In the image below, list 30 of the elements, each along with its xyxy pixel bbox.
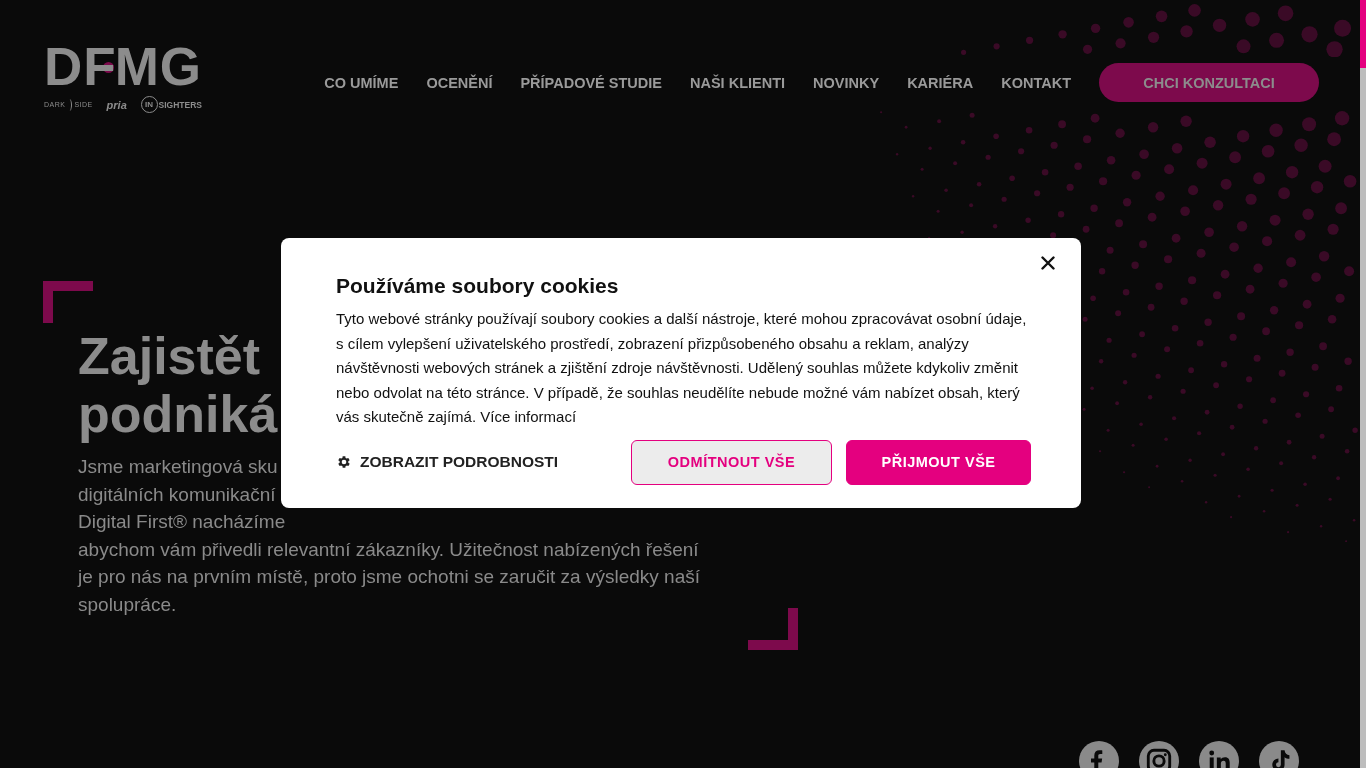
corner-mark [748,608,798,650]
dialog-text: Tyto webové stránky používají soubory cookies a další nástroje, které mohou zpracovávat osobní údaje, s cílem vylepšení uživatelského prostředí, zobrazení přizpůsobeného obsahu a reklam, analýzy návštěvnosti webových stránek a zjištění zdroje návštěvnosti. Udělený souhlas můžete kdykoliv změnit nebo odvolat na této stránce. V případě, že souhlas neudělíte nebude možné vám nabízet obsah, který vás skutečně zajímá. Více informací [336,309,1028,427]
gear-icon [336,454,352,470]
close-icon[interactable] [1041,256,1055,270]
nav-link[interactable]: OCENĚNÍ [426,74,493,91]
nav-link[interactable]: CO UMÍME [324,74,399,91]
nav-link[interactable]: PŘÍPADOVÉ STUDIE [520,74,662,91]
corner-mark [43,281,93,323]
nav-link[interactable]: KARIÉRA [907,74,974,91]
hero-text: je pro nás na prvním místě, proto jsme ochotni se zaručit za výsledky naší [78,565,700,590]
scrollbar-thumb[interactable] [1360,0,1366,68]
brand-logo: IN SIGHTERS [140,96,202,113]
hero-text: Digital First® nacházíme [78,510,286,535]
accept-all-button[interactable]: PŘIJMOUT VŠE [846,439,1031,485]
hero-heading: Zajistět [78,327,261,385]
nav-link[interactable]: NOVINKY [813,74,880,91]
hero-text: Jsme marketingová sku [78,455,278,479]
hero-heading: podniká [78,385,278,443]
brand-logo: pria [106,98,127,111]
logo-wordmark[interactable]: DFMG [44,48,204,88]
nav-link[interactable]: KONTAKT [1001,74,1071,91]
reject-all-button[interactable]: ODMÍTNOUT VŠE [631,439,832,485]
more-info-link[interactable]: Více informací [480,408,577,425]
show-details-button[interactable]: ZOBRAZIT PODROBNOSTI [336,453,559,471]
nav-link[interactable]: NAŠI KLIENTI [690,74,786,91]
hero-text: digitálních komunikační [78,482,276,507]
hero-text: spolupráce. [78,592,177,617]
scrollbar[interactable] [1360,0,1366,768]
dialog-title: Používáme soubory cookies [336,274,620,298]
hero-text: abychom vám přivedli relevantní zákazníky. Užitečnost nabízených řešení [78,537,699,562]
